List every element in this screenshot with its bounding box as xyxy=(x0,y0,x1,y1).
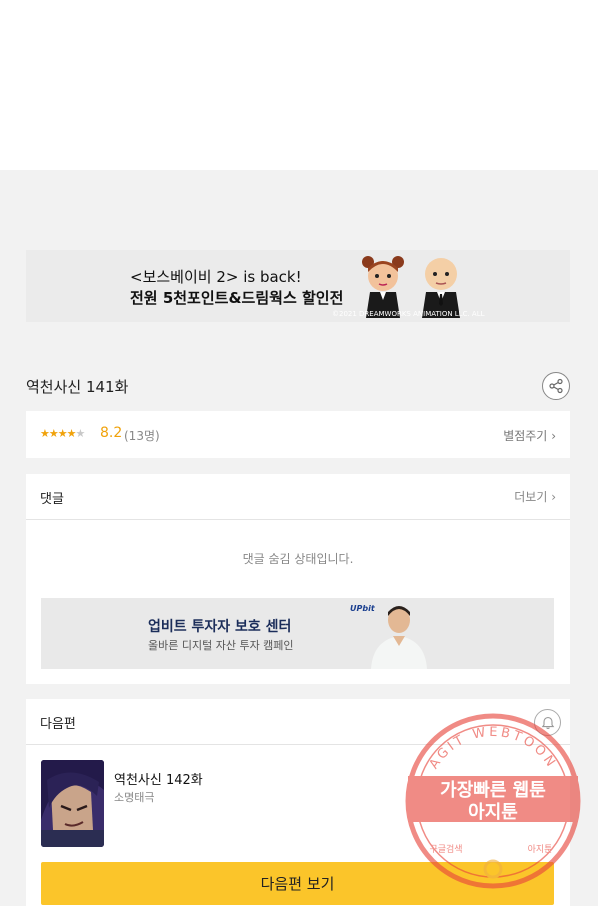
episode-title: 역천사신 141화 xyxy=(26,378,129,396)
ad-character-boss-baby-image xyxy=(422,258,460,318)
comments-more-label: 더보기 xyxy=(514,490,548,504)
chevron-right-icon: › xyxy=(551,490,556,504)
upbit-ad-subtitle: 올바른 디지털 자산 투자 캠페인 xyxy=(148,639,294,652)
star-empty-icon: ★ xyxy=(75,427,86,440)
star-filled-icon: ★ xyxy=(48,427,59,440)
comments-more-link[interactable]: 더보기 › xyxy=(514,488,556,505)
next-episode-heading: 다음편 xyxy=(40,717,76,732)
next-episode-thumbnail[interactable] xyxy=(41,760,104,847)
notification-button[interactable] xyxy=(534,709,561,736)
star-filled-icon: ★ xyxy=(57,427,68,440)
next-episode-title[interactable]: 역천사신 142화 xyxy=(114,769,203,788)
rating-value: 8.2 xyxy=(100,425,123,441)
comic-thumbnail-image xyxy=(41,760,104,847)
rating-card: ★★★★★ 8.2 (13명) 별점주기 › xyxy=(26,411,570,458)
comments-hidden-message: 댓글 숨김 상태입니다. xyxy=(242,552,354,566)
next-episode-card: 다음편 역천사신 142화 소명태극 다음편 보기 xyxy=(26,699,570,906)
upbit-ad-person-image xyxy=(371,606,427,669)
ad-banner-line1: <보스베이비 2> is back! xyxy=(130,268,302,286)
rate-link-label: 별점주기 xyxy=(503,429,548,443)
upbit-ad-title: 업비트 투자자 보호 센터 xyxy=(148,619,292,635)
boss-baby-ad-banner[interactable]: <보스베이비 2> is back! 전원 5천포인트&드림웍스 할인전 ©20… xyxy=(26,250,570,322)
ad-copyright: ©2021 DREAMWORKS ANIMATION LLC. ALL xyxy=(332,310,485,318)
rating-count: (13명) xyxy=(124,429,160,443)
chevron-right-icon: › xyxy=(551,429,556,443)
star-rating: ★★★★★ xyxy=(40,427,86,440)
comments-card: 댓글 더보기 › 댓글 숨김 상태입니다. 업비트 투자자 보호 센터 올바른 … xyxy=(26,474,570,684)
next-episode-author: 소명태극 xyxy=(114,791,155,804)
ad-banner-line2: 전원 5천포인트&드림웍스 할인전 xyxy=(130,289,344,307)
comments-heading: 댓글 xyxy=(40,492,64,507)
share-button[interactable] xyxy=(542,372,570,400)
divider xyxy=(26,519,570,520)
star-filled-icon: ★ xyxy=(40,427,50,440)
blank-header-area xyxy=(0,0,598,170)
divider xyxy=(26,744,570,745)
share-icon xyxy=(549,378,563,394)
ad-character-girl-image xyxy=(362,256,404,318)
star-filled-icon: ★ xyxy=(66,427,77,440)
bell-icon xyxy=(541,716,554,729)
rate-link[interactable]: 별점주기 › xyxy=(503,427,556,444)
next-episode-button[interactable]: 다음편 보기 xyxy=(41,862,554,905)
upbit-ad-banner[interactable]: 업비트 투자자 보호 센터 올바른 디지털 자산 투자 캠페인 UPbit xyxy=(41,598,554,669)
